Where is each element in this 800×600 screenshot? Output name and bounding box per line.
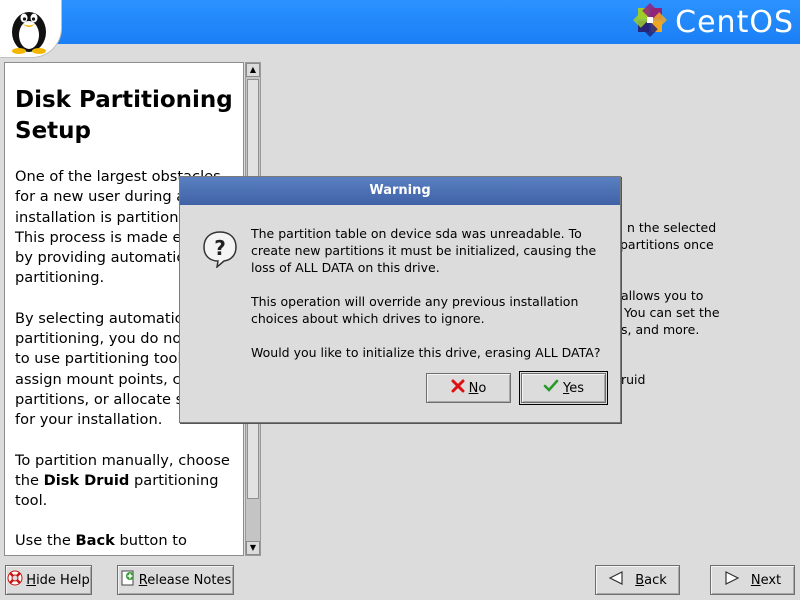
tux-badge (0, 0, 62, 58)
dialog-title: Warning (180, 177, 620, 205)
hide-help-button[interactable]: Hide Help (5, 565, 92, 595)
bg-text-4: You can set the (624, 305, 720, 320)
green-check-icon (543, 379, 559, 397)
dialog-message: The partition table on device sda was un… (251, 225, 611, 378)
no-button[interactable]: No (426, 373, 511, 403)
centos-logo: CentOS (631, 2, 794, 42)
logo-text: CentOS (675, 4, 794, 40)
release-notes-button[interactable]: Release Notes (117, 565, 234, 595)
svg-text:?: ? (214, 236, 226, 260)
bg-text-3: allows you to (621, 288, 704, 303)
scroll-up-arrow-icon[interactable]: ▲ (246, 63, 260, 77)
scroll-down-arrow-icon[interactable]: ▼ (246, 541, 260, 555)
bg-text-1: n the selected (627, 220, 717, 235)
question-icon: ? (202, 230, 238, 272)
notes-icon (120, 570, 136, 590)
back-button[interactable]: Back (595, 565, 680, 595)
red-x-icon (451, 379, 465, 397)
help-paragraph-4: Use the Back button to choose a differen… (15, 532, 232, 555)
header-banner: CentOS (0, 0, 800, 44)
help-paragraph-3: To partition manually, choose the Disk D… (15, 451, 230, 510)
dialog-message-2: This operation will override any previou… (251, 294, 579, 326)
back-term: Back (75, 532, 115, 550)
disk-druid-term: Disk Druid (43, 471, 130, 489)
help-title: Disk Partitioning Setup (15, 87, 233, 144)
yes-button[interactable]: Yes (519, 371, 608, 405)
dialog-message-3: Would you like to initialize this drive,… (251, 345, 601, 360)
bg-text-5: s, and more. (621, 322, 700, 337)
lifebuoy-icon (7, 570, 23, 590)
bg-text-6: ruid (621, 372, 646, 387)
arrow-right-icon (724, 571, 740, 589)
next-button[interactable]: Next (710, 565, 795, 595)
dialog-message-1: The partition table on device sda was un… (251, 226, 597, 275)
bg-text-2: partitions once (620, 237, 714, 252)
centos-logo-icon (631, 1, 669, 43)
tux-penguin-icon (12, 12, 46, 54)
arrow-left-icon (608, 571, 624, 589)
warning-dialog: Warning ? The partition table on device … (179, 176, 621, 423)
